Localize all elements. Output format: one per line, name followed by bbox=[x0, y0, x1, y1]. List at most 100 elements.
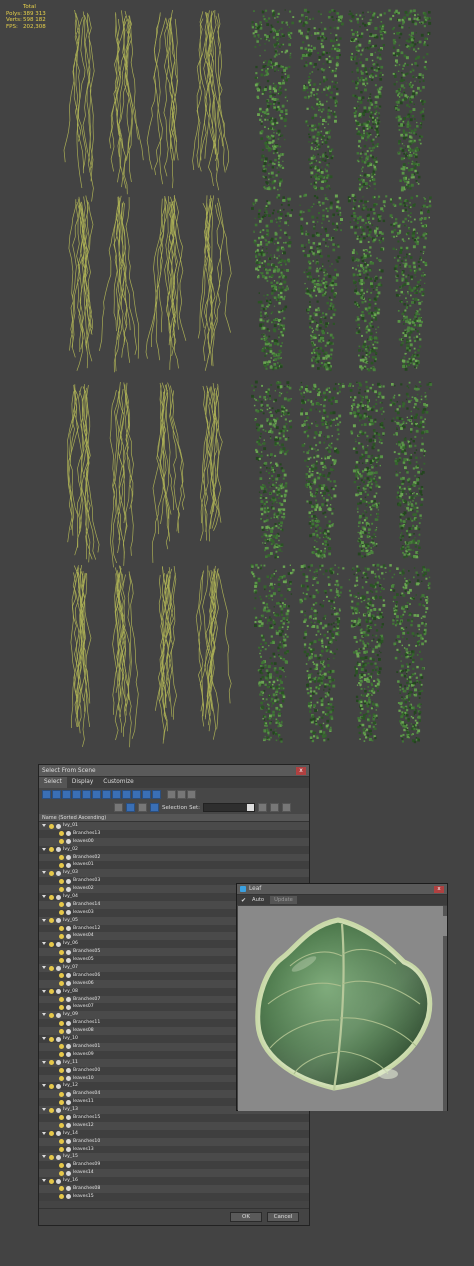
tree-object-row[interactable]: leaves15 bbox=[39, 1192, 309, 1201]
update-button[interactable]: Update bbox=[270, 896, 297, 904]
dialog-titlebar[interactable]: Select From Scene x bbox=[39, 765, 309, 777]
tree-object-row[interactable]: Branches15 bbox=[39, 1113, 309, 1122]
expand-arrow-icon[interactable] bbox=[42, 1155, 46, 1159]
options-icon[interactable] bbox=[281, 803, 291, 812]
light-bulb-icon[interactable] bbox=[49, 1060, 54, 1066]
light-bulb-icon[interactable] bbox=[59, 1004, 64, 1010]
light-bulb-icon[interactable] bbox=[59, 1147, 64, 1153]
tree-object-row[interactable]: Branches09 bbox=[39, 1161, 309, 1170]
leaf-titlebar[interactable]: Leaf x bbox=[237, 884, 447, 895]
helper-filter-icon[interactable] bbox=[82, 790, 91, 799]
light-bulb-icon[interactable] bbox=[59, 910, 64, 916]
shape-filter-icon[interactable] bbox=[52, 790, 61, 799]
light-bulb-icon[interactable] bbox=[59, 973, 64, 979]
light-bulb-icon[interactable] bbox=[59, 957, 64, 963]
light-bulb-icon[interactable] bbox=[59, 949, 64, 955]
spacewarp-filter-icon[interactable] bbox=[92, 790, 101, 799]
light-bulb-icon[interactable] bbox=[59, 926, 64, 932]
geometry-filter-icon[interactable] bbox=[42, 790, 51, 799]
frozen-filter-icon[interactable] bbox=[142, 790, 151, 799]
expand-arrow-icon[interactable] bbox=[42, 871, 46, 875]
light-bulb-icon[interactable] bbox=[49, 847, 54, 853]
xref-filter-icon[interactable] bbox=[112, 790, 121, 799]
light-bulb-icon[interactable] bbox=[59, 1194, 64, 1200]
find-icon[interactable] bbox=[150, 803, 159, 812]
light-bulb-icon[interactable] bbox=[59, 1076, 64, 1081]
light-bulb-icon[interactable] bbox=[59, 902, 64, 908]
expand-arrow-icon[interactable] bbox=[42, 824, 46, 827]
container-filter-icon[interactable] bbox=[132, 790, 141, 799]
expand-arrow-icon[interactable] bbox=[42, 1013, 46, 1017]
light-bulb-icon[interactable] bbox=[59, 1162, 64, 1168]
light-bulb-icon[interactable] bbox=[59, 862, 64, 868]
light-bulb-icon[interactable] bbox=[59, 839, 64, 845]
expand-arrow-icon[interactable] bbox=[42, 942, 46, 946]
tree-group-row[interactable]: Ivy_15 bbox=[39, 1153, 309, 1162]
light-bulb-icon[interactable] bbox=[49, 823, 54, 829]
tree-object-row[interactable]: Branches02 bbox=[39, 853, 309, 862]
light-bulb-icon[interactable] bbox=[59, 981, 64, 987]
tree-object-row[interactable]: Branches08 bbox=[39, 1184, 309, 1193]
expand-arrow-icon[interactable] bbox=[42, 1108, 46, 1112]
light-bulb-icon[interactable] bbox=[49, 1083, 54, 1089]
expand-arrow-icon[interactable] bbox=[42, 989, 46, 993]
menu-customize[interactable]: Customize bbox=[98, 777, 138, 788]
light-bulb-icon[interactable] bbox=[49, 1107, 54, 1113]
tree-group-row[interactable]: Ivy_02 bbox=[39, 845, 309, 854]
selection-set-dropdown[interactable] bbox=[202, 803, 255, 812]
tree-group-row[interactable]: Ivy_03 bbox=[39, 869, 309, 878]
light-bulb-icon[interactable] bbox=[49, 870, 54, 876]
tree-group-row[interactable]: Ivy_01 bbox=[39, 822, 309, 830]
expand-arrow-icon[interactable] bbox=[42, 847, 46, 851]
light-bulb-icon[interactable] bbox=[49, 1154, 54, 1160]
light-bulb-icon[interactable] bbox=[59, 1028, 64, 1034]
light-bulb-icon[interactable] bbox=[59, 831, 64, 837]
select-invert-icon[interactable] bbox=[187, 790, 196, 799]
expand-arrow-icon[interactable] bbox=[42, 1084, 46, 1088]
tree-group-row[interactable]: Ivy_14 bbox=[39, 1129, 309, 1138]
close-button[interactable]: x bbox=[296, 767, 306, 775]
hierarchy-icon[interactable] bbox=[126, 803, 135, 812]
light-bulb-icon[interactable] bbox=[59, 997, 64, 1003]
light-bulb-icon[interactable] bbox=[59, 1091, 64, 1097]
light-bulb-icon[interactable] bbox=[49, 1178, 54, 1184]
save-set-icon[interactable] bbox=[257, 803, 267, 812]
camera-filter-icon[interactable] bbox=[72, 790, 81, 799]
edit-set-icon[interactable] bbox=[269, 803, 279, 812]
tree-object-row[interactable]: leaves13 bbox=[39, 1145, 309, 1154]
light-bulb-icon[interactable] bbox=[59, 933, 64, 939]
light-filter-icon[interactable] bbox=[62, 790, 71, 799]
light-bulb-icon[interactable] bbox=[59, 1068, 64, 1074]
light-bulb-icon[interactable] bbox=[59, 1020, 64, 1026]
auto-checkbox[interactable]: ✔ bbox=[241, 897, 246, 904]
expand-arrow-icon[interactable] bbox=[42, 895, 46, 899]
expand-arrow-icon[interactable] bbox=[42, 966, 46, 970]
light-bulb-icon[interactable] bbox=[49, 941, 54, 947]
hidden-filter-icon[interactable] bbox=[152, 790, 161, 799]
light-bulb-icon[interactable] bbox=[59, 1123, 64, 1129]
light-bulb-icon[interactable] bbox=[59, 1099, 64, 1105]
viewport[interactable]: Total Polys: 389 313 Verts: 598 182 FPS: 202,3… bbox=[0, 0, 474, 755]
light-bulb-icon[interactable] bbox=[49, 918, 54, 924]
leaf-render-view[interactable] bbox=[238, 906, 443, 1111]
leaf-scrollbar[interactable] bbox=[443, 906, 447, 1111]
light-bulb-icon[interactable] bbox=[49, 1036, 54, 1042]
light-bulb-icon[interactable] bbox=[49, 894, 54, 900]
column-header[interactable]: Name (Sorted Ascending) bbox=[39, 814, 309, 822]
menu-display[interactable]: Display bbox=[67, 777, 98, 788]
expand-arrow-icon[interactable] bbox=[42, 918, 46, 922]
menu-select[interactable]: Select bbox=[39, 777, 67, 788]
light-bulb-icon[interactable] bbox=[49, 965, 54, 971]
tree-object-row[interactable]: Branches10 bbox=[39, 1137, 309, 1146]
tree-object-row[interactable]: leaves00 bbox=[39, 837, 309, 846]
tree-object-row[interactable]: leaves12 bbox=[39, 1121, 309, 1130]
light-bulb-icon[interactable] bbox=[59, 1139, 64, 1145]
bone-filter-icon[interactable] bbox=[122, 790, 131, 799]
light-bulb-icon[interactable] bbox=[59, 1052, 64, 1058]
tree-object-row[interactable]: Branches13 bbox=[39, 829, 309, 838]
tree-group-row[interactable]: Ivy_16 bbox=[39, 1177, 309, 1185]
select-none-icon[interactable] bbox=[177, 790, 186, 799]
tree-object-row[interactable]: leaves14 bbox=[39, 1169, 309, 1178]
layer-icon[interactable] bbox=[138, 803, 147, 812]
light-bulb-icon[interactable] bbox=[49, 1012, 54, 1018]
